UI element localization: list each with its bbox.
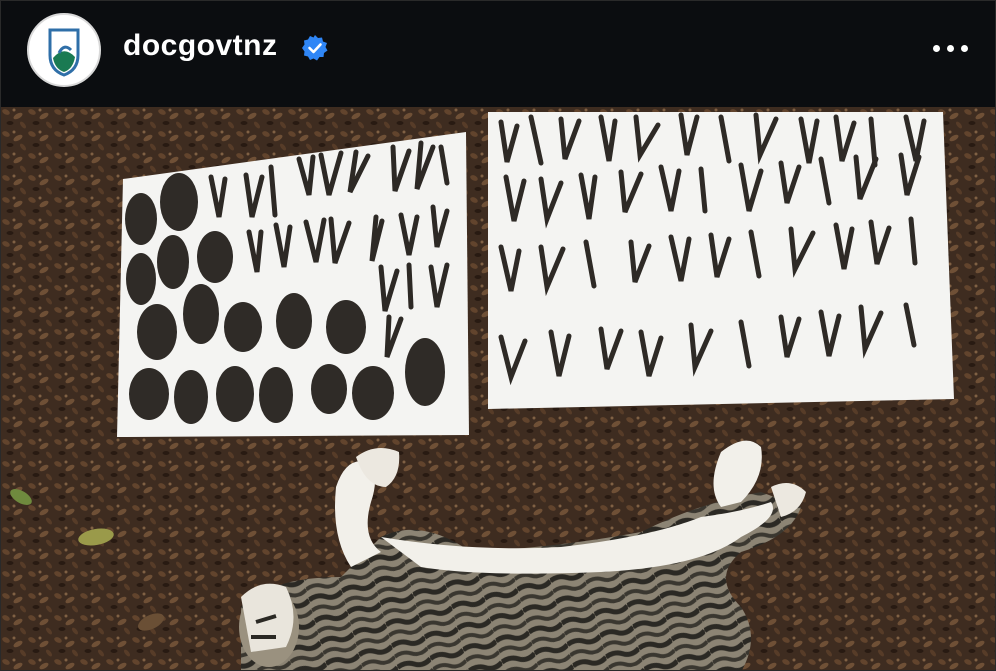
paper-sheet-left	[117, 132, 469, 437]
more-options-icon[interactable]	[931, 36, 971, 60]
post-photo[interactable]	[1, 107, 996, 671]
username[interactable]: docgovtnz	[123, 29, 278, 63]
profile-avatar[interactable]	[27, 13, 101, 87]
paper-sheet-right	[488, 112, 954, 409]
post-header: docgovtnz	[1, 1, 995, 107]
verified-badge-icon	[302, 35, 328, 61]
dot	[961, 45, 968, 52]
instagram-post: docgovtnz	[0, 0, 996, 671]
dot	[947, 45, 954, 52]
doc-logo-icon	[48, 28, 80, 77]
dot	[933, 45, 940, 52]
